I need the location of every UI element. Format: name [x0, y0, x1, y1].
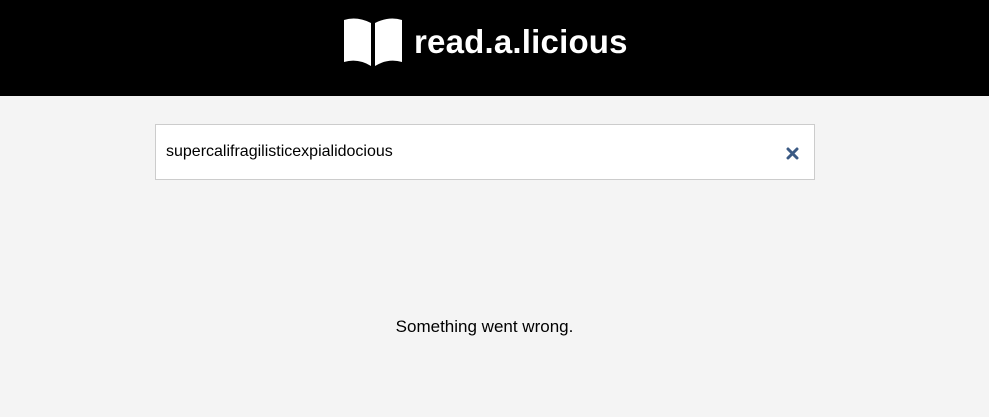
error-message: Something went wrong.	[395, 317, 574, 336]
brand-logo[interactable]: read.a.licious	[342, 17, 628, 67]
close-icon	[786, 147, 798, 159]
open-book-icon	[344, 18, 402, 66]
search-box	[155, 124, 815, 180]
app-header: read.a.licious	[0, 0, 989, 96]
brand-name: read.a.licious	[414, 23, 628, 60]
search-input[interactable]	[166, 125, 766, 179]
clear-search-button[interactable]	[783, 144, 801, 162]
